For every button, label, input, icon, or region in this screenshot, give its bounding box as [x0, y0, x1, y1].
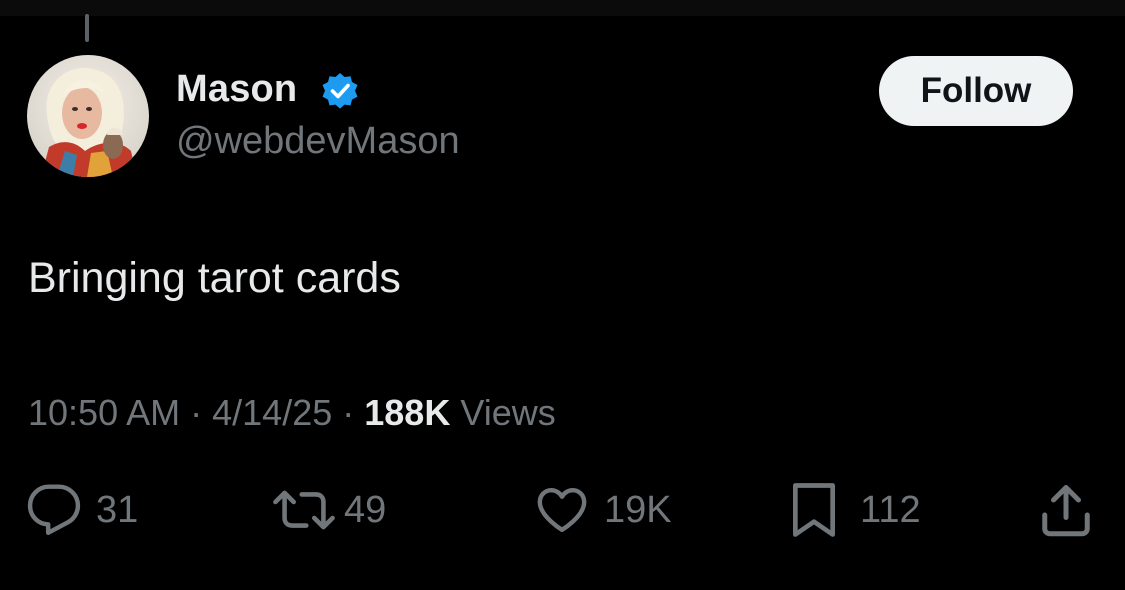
tweet-text: Bringing tarot cards	[28, 254, 401, 302]
top-bar	[0, 0, 1125, 16]
author-handle[interactable]: @webdevMason	[176, 120, 460, 163]
tweet-date[interactable]: 4/14/25	[212, 392, 332, 433]
bookmark-count: 112	[860, 488, 921, 531]
views-count[interactable]: 188K	[364, 392, 450, 433]
display-name[interactable]: Mason	[176, 68, 297, 111]
like-icon	[532, 482, 592, 538]
reply-icon	[26, 482, 82, 538]
repost-icon	[272, 482, 336, 538]
action-bar: 31 49 19K 112	[0, 478, 1125, 548]
like-count: 19K	[604, 488, 672, 531]
verified-badge-icon	[320, 71, 360, 111]
tweet-meta: 10:50 AM · 4/14/25 · 188K Views	[28, 392, 556, 434]
thread-connector-line	[85, 14, 89, 42]
follow-button[interactable]: Follow	[879, 56, 1073, 126]
meta-separator: ·	[190, 392, 213, 433]
reply-button[interactable]: 31	[26, 478, 138, 542]
repost-count: 49	[344, 488, 387, 531]
tweet-time[interactable]: 10:50 AM	[28, 392, 180, 433]
share-icon	[1036, 480, 1096, 540]
avatar[interactable]	[27, 55, 149, 177]
meta-separator: ·	[342, 392, 365, 433]
like-button[interactable]: 19K	[532, 478, 672, 542]
views-label: Views	[460, 392, 556, 433]
share-button[interactable]	[1036, 478, 1096, 542]
bookmark-icon	[786, 479, 842, 541]
reply-count: 31	[96, 488, 139, 531]
bookmark-button[interactable]: 112	[786, 478, 921, 542]
repost-button[interactable]: 49	[272, 478, 386, 542]
